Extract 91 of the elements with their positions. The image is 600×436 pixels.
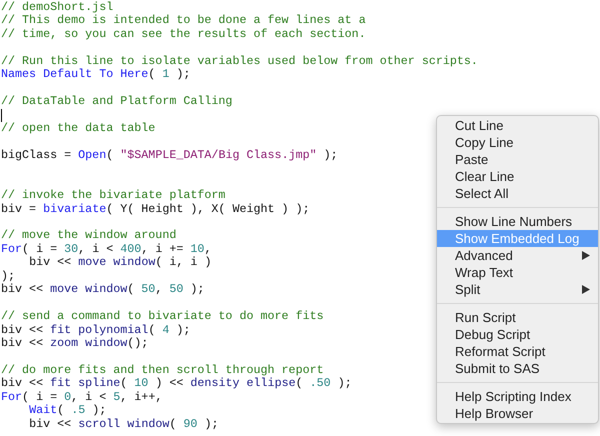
menu-item[interactable]: Clear Line [437,168,598,185]
code-text: bigClass = [1,148,72,162]
code-text: biv << [1,322,44,336]
code-number: 4 [162,322,170,336]
code-text: ( [169,416,178,431]
code-text: ); [189,282,204,296]
code-function: density ellipse [190,376,296,390]
code-text: ( Y( Height ), X( Weight ) ); [106,202,310,216]
code-text: ( [120,376,128,390]
code-text: , i += [141,242,184,256]
code-comment: // DataTable and Platform Calling [1,94,232,108]
code-function: fit polynomial [50,322,148,336]
code-function: scroll window [78,416,170,431]
code-function: move window [78,255,156,270]
code-text: biv << [29,255,72,270]
code-text: , [204,242,212,256]
menu-item[interactable]: Help Scripting Index [437,388,598,405]
menu-item[interactable]: Select All [437,185,598,202]
code-text: , i < [71,390,108,404]
code-number: 30 [64,242,78,256]
code-comment: // time, so you can see the results of each section. [1,26,366,41]
code-number: 5 [113,390,120,404]
menu-item[interactable]: Show Line Numbers [437,213,598,230]
code-text: ( [148,67,156,82]
code-number: .50 [310,376,331,390]
menu-item[interactable]: Advanced [437,247,598,264]
code-text: ); [322,148,338,162]
menu-item[interactable]: Reformat Script [437,343,598,360]
code-comment: // move the window around [1,228,176,242]
code-text: ); [203,416,218,431]
code-function: fit spline [50,376,120,390]
code-comment: // Run this line to isolate variables used below from other scripts. [1,54,478,68]
text-cursor [1,108,2,122]
code-text: ( i = [22,390,58,404]
code-text: biv << [1,336,44,350]
code-text: biv << [1,376,44,390]
menu-item[interactable]: Paste [437,151,598,168]
code-number: 1 [162,67,170,82]
menu-item[interactable]: Debug Script [437,326,598,343]
submenu-arrow-icon [582,251,590,260]
code-keyword: Wait [29,403,58,418]
code-comment: // open the data table [1,120,156,135]
menu-item[interactable]: Split [437,281,598,298]
menu-item[interactable]: Submit to SAS [437,360,598,377]
code-keyword: Open [78,148,106,162]
code-text: biv << [29,416,72,431]
code-text: ); [1,268,16,283]
code-text: ( [106,148,114,162]
code-number: 50 [141,282,156,296]
code-number: .5 [71,403,86,418]
code-text: ); [175,67,190,82]
code-text: ( i = [22,242,58,256]
code-text: , i < [78,242,114,256]
code-text: ); [175,322,190,336]
code-number: 0 [64,390,72,404]
code-text: ( [148,322,156,336]
menu-item[interactable]: Run Script [437,309,598,326]
code-comment: // demoShort.jsl [1,0,114,14]
code-number: 400 [120,242,142,256]
code-text: ( [57,403,66,418]
code-text: ); [336,376,352,390]
menu-item[interactable]: Wrap Text [437,264,598,281]
code-function: move window [50,282,128,296]
code-text: biv = [1,202,38,216]
code-text: ); [91,403,106,418]
code-text: , i++, [120,390,162,404]
code-text: (); [127,336,148,350]
code-string: "$SAMPLE_DATA/Big Class.jmp" [120,148,317,162]
menu-item[interactable]: Copy Line [437,134,598,151]
code-keyword: For [1,390,22,404]
code-keyword: For [1,242,22,256]
code-comment: // do more fits and then scroll through report [1,362,324,377]
submenu-arrow-icon [582,285,590,294]
code-text: ( [127,282,136,296]
code-text: ) << [154,376,184,390]
code-text: ( [296,376,304,390]
code-text: biv << [1,282,44,296]
menu-item[interactable]: Cut Line [437,117,598,134]
code-text: ( i, i ) [155,255,212,270]
code-keyword: bivariate [43,202,106,216]
code-number: 10 [190,242,204,256]
code-comment: // This demo is intended to be done a few lines at a [1,13,366,28]
code-function: zoom window [50,336,128,350]
code-text: , [155,282,164,296]
code-number: 50 [169,282,184,296]
code-number: 10 [134,376,148,390]
code-comment: // send a command to bivariate to do more fits [1,309,324,324]
code-keyword: Names Default To Here [1,67,148,82]
menu-item[interactable]: Help Browser [437,405,598,422]
code-number: 90 [183,416,198,431]
code-comment: // invoke the bivariate platform [1,188,226,202]
